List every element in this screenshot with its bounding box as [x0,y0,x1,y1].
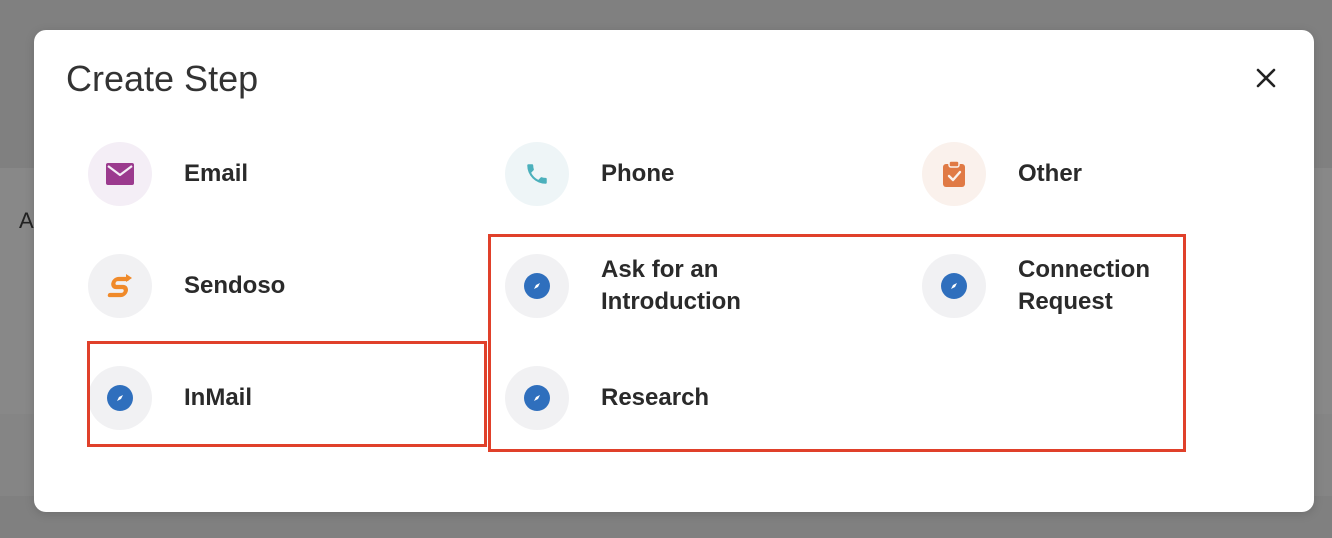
step-label-line-1: Connection [1018,256,1150,283]
sendoso-icon-circle [88,254,152,318]
step-option-sendoso[interactable]: Sendoso [88,254,285,318]
inmail-icon-circle [88,366,152,430]
compass-icon [941,273,967,299]
step-label: InMail [184,384,253,411]
step-label: Email [184,160,249,187]
close-button[interactable] [1252,64,1280,92]
step-label-line-1: Ask for an [601,256,719,283]
step-label: Research [601,384,710,411]
compass-icon [524,273,550,299]
close-icon [1256,68,1276,88]
connection-icon-circle [922,254,986,318]
compass-icon [524,385,550,411]
step-option-email[interactable]: Email [88,142,248,206]
email-icon-circle [88,142,152,206]
step-label: Sendoso [184,272,286,299]
modal-title: Create Step [66,58,259,99]
other-icon-circle [922,142,986,206]
phone-icon-circle [505,142,569,206]
step-option-inmail[interactable]: InMail [88,366,252,430]
step-label-line-2: Introduction [601,288,741,315]
step-label: Other [1018,160,1083,187]
step-option-connection-request[interactable]: Connection Request [922,254,1150,318]
step-label-line-2: Request [1018,288,1113,315]
step-label: Phone [601,160,675,187]
create-step-modal: Create Step Email Phone Other Sendoso As… [34,30,1314,512]
step-option-other[interactable]: Other [922,142,1082,206]
backdrop-peek-text: A [19,208,34,233]
clipboard-check-icon [943,160,965,187]
step-option-research[interactable]: Research [505,366,709,430]
envelope-icon [106,163,134,185]
compass-icon [107,385,133,411]
step-option-phone[interactable]: Phone [505,142,674,206]
step-option-ask-for-introduction[interactable]: Ask for an Introduction [505,254,741,318]
intro-icon-circle [505,254,569,318]
step-label: Connection Request [1018,254,1150,318]
phone-icon [527,164,547,184]
research-icon-circle [505,366,569,430]
step-label: Ask for an Introduction [601,254,741,318]
sendoso-logo-icon [107,274,132,298]
